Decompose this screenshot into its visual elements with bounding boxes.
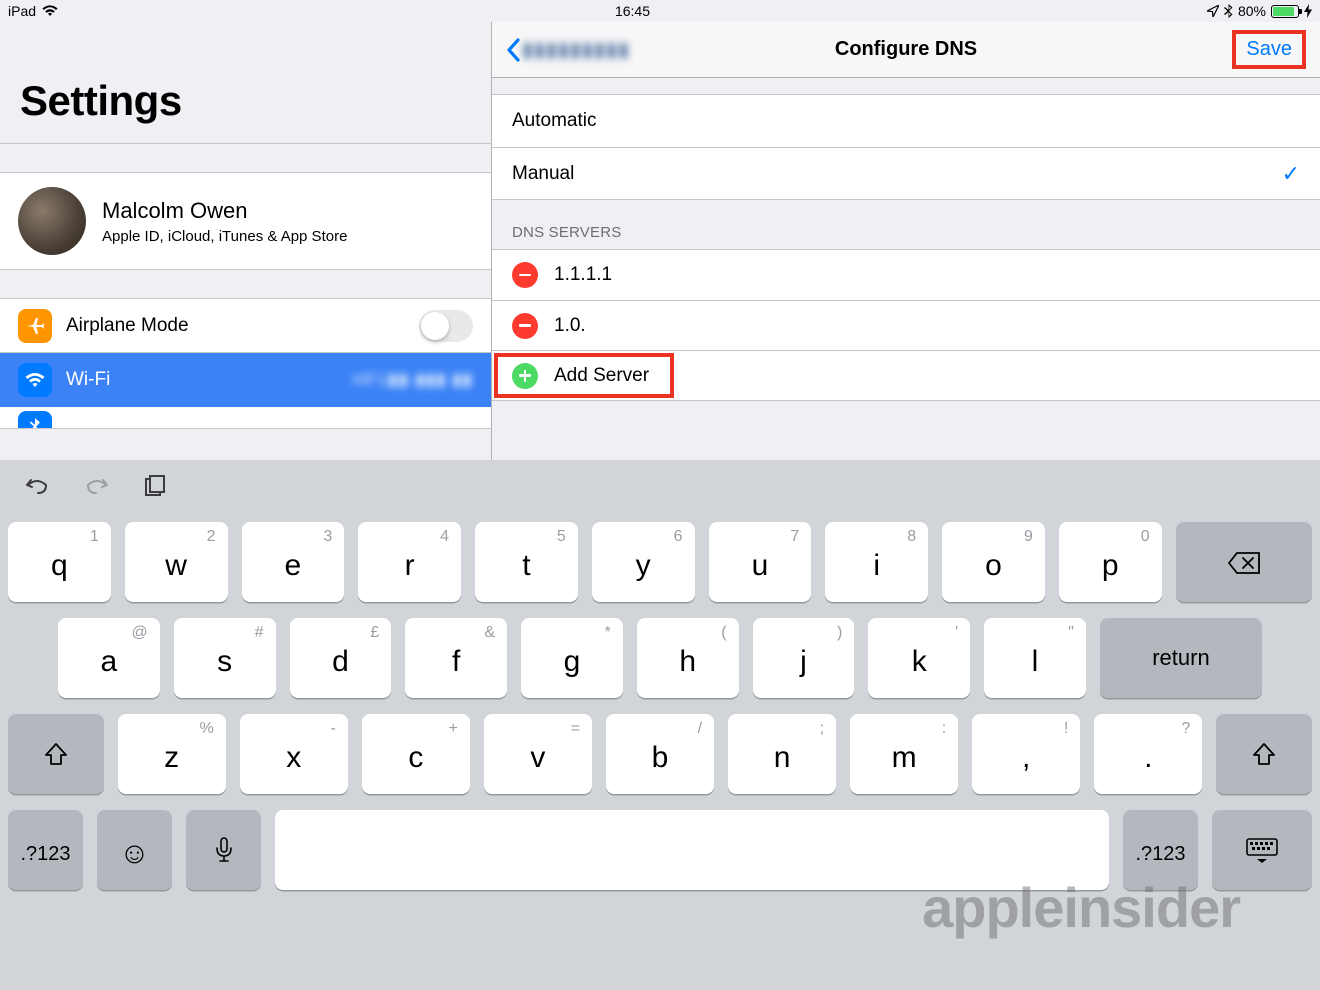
key-c[interactable]: +c	[362, 714, 470, 794]
sidebar-item-airplane[interactable]: Airplane Mode	[0, 299, 491, 353]
key-symbols-right[interactable]: .?123	[1123, 810, 1198, 890]
dns-server-value[interactable]: 1.1.1.1	[554, 264, 612, 286]
key-hide-keyboard[interactable]	[1212, 810, 1312, 890]
key-w[interactable]: 2w	[125, 522, 228, 602]
sidebar-item-label: Wi-Fi	[66, 369, 110, 391]
key-dictation[interactable]	[186, 810, 261, 890]
key-space[interactable]	[275, 810, 1109, 890]
add-server-button[interactable]	[512, 363, 538, 389]
location-icon	[1207, 5, 1219, 17]
dns-servers-group: 1.1.1.1 1.0. Add Server	[492, 249, 1320, 401]
key-h[interactable]: (h	[637, 618, 739, 698]
airplane-icon	[18, 309, 52, 343]
profile-name: Malcolm Owen	[102, 198, 347, 224]
redo-button[interactable]	[84, 475, 110, 502]
key-b[interactable]: /b	[606, 714, 714, 794]
profile-subtitle: Apple ID, iCloud, iTunes & App Store	[102, 228, 347, 245]
keyboard: 1q2w3e4r5t6y7u8i9o0p @a#s£d&f*g(h)j'k"lr…	[0, 460, 1320, 990]
back-label: ▮▮▮▮▮▮▮▮▮	[522, 37, 630, 62]
key-delete[interactable]	[1176, 522, 1312, 602]
remove-server-button[interactable]	[512, 262, 538, 288]
key-q[interactable]: 1q	[8, 522, 111, 602]
key-d[interactable]: £d	[290, 618, 392, 698]
key-p[interactable]: 0p	[1059, 522, 1162, 602]
key-shift-right[interactable]	[1216, 714, 1312, 794]
keyboard-row-1: 1q2w3e4r5t6y7u8i9o0p	[8, 522, 1312, 602]
dns-mode-manual[interactable]: Manual ✓	[492, 147, 1320, 199]
cell-label: Automatic	[512, 110, 596, 132]
key-e[interactable]: 3e	[242, 522, 345, 602]
key-symbols-left[interactable]: .?123	[8, 810, 83, 890]
bluetooth-icon-box	[18, 411, 52, 429]
save-button[interactable]: Save	[1232, 30, 1306, 69]
key-s[interactable]: #s	[174, 618, 276, 698]
cell-label: Manual	[512, 163, 574, 185]
wifi-status-icon	[42, 5, 58, 17]
keyboard-row-2: @a#s£d&f*g(h)j'k"lreturn	[8, 618, 1312, 698]
battery-percent: 80%	[1238, 3, 1266, 19]
keyboard-toolbar	[0, 460, 1320, 516]
avatar	[18, 187, 86, 255]
keyboard-row-4: .?123 ☺ .?123	[8, 810, 1312, 890]
key-k[interactable]: 'k	[868, 618, 970, 698]
key-v[interactable]: =v	[484, 714, 592, 794]
paste-button[interactable]	[144, 475, 166, 502]
dns-mode-automatic[interactable]: Automatic	[492, 95, 1320, 147]
key-u[interactable]: 7u	[709, 522, 812, 602]
wifi-icon	[18, 363, 52, 397]
nav-bar: ▮▮▮▮▮▮▮▮▮ Configure DNS Save	[492, 22, 1320, 78]
key-i[interactable]: 8i	[825, 522, 928, 602]
detail-title: Configure DNS	[835, 38, 977, 61]
key-emoji[interactable]: ☺	[97, 810, 172, 890]
key-shift-left[interactable]	[8, 714, 104, 794]
add-server-row[interactable]: Add Server	[492, 350, 1320, 400]
sidebar-item-bluetooth[interactable]	[0, 407, 491, 429]
key-o[interactable]: 9o	[942, 522, 1045, 602]
undo-button[interactable]	[24, 475, 50, 502]
key-t[interactable]: 5t	[475, 522, 578, 602]
add-server-label: Add Server	[554, 365, 649, 387]
key-r[interactable]: 4r	[358, 522, 461, 602]
dns-server-row[interactable]: 1.1.1.1	[492, 250, 1320, 300]
key-.[interactable]: ?.	[1094, 714, 1202, 794]
key-j[interactable]: )j	[753, 618, 855, 698]
bluetooth-icon	[1224, 4, 1233, 18]
wifi-network-name: HF1▮▮-▮▮▮ ▮▮	[353, 370, 473, 390]
charging-icon	[1304, 4, 1312, 18]
key-y[interactable]: 6y	[592, 522, 695, 602]
dns-server-value[interactable]: 1.0.	[554, 315, 586, 337]
dns-servers-header: DNS SERVERS	[492, 200, 1320, 249]
status-time: 16:45	[615, 3, 650, 19]
key-g[interactable]: *g	[521, 618, 623, 698]
remove-server-button[interactable]	[512, 313, 538, 339]
sidebar-item-label: Airplane Mode	[66, 315, 189, 337]
dns-mode-group: Automatic Manual ✓	[492, 94, 1320, 200]
key-f[interactable]: &f	[405, 618, 507, 698]
profile-row[interactable]: Malcolm Owen Apple ID, iCloud, iTunes & …	[0, 172, 491, 270]
battery-icon	[1271, 5, 1299, 18]
keyboard-row-3: %z-x+c=v/b;n:m!,?.	[8, 714, 1312, 794]
key-a[interactable]: @a	[58, 618, 160, 698]
back-button[interactable]: ▮▮▮▮▮▮▮▮▮	[506, 37, 630, 62]
key-return[interactable]: return	[1100, 618, 1262, 698]
key-z[interactable]: %z	[118, 714, 226, 794]
key-m[interactable]: :m	[850, 714, 958, 794]
key-n[interactable]: ;n	[728, 714, 836, 794]
device-label: iPad	[8, 3, 36, 19]
sidebar-item-wifi[interactable]: Wi-Fi HF1▮▮-▮▮▮ ▮▮	[0, 353, 491, 407]
key-x[interactable]: -x	[240, 714, 348, 794]
airplane-switch[interactable]	[419, 310, 473, 342]
key-l[interactable]: "l	[984, 618, 1086, 698]
status-bar: iPad 16:45 80%	[0, 0, 1320, 22]
checkmark-icon: ✓	[1282, 161, 1300, 187]
dns-server-row[interactable]: 1.0.	[492, 300, 1320, 350]
page-title: Settings	[0, 22, 491, 143]
key-,[interactable]: !,	[972, 714, 1080, 794]
